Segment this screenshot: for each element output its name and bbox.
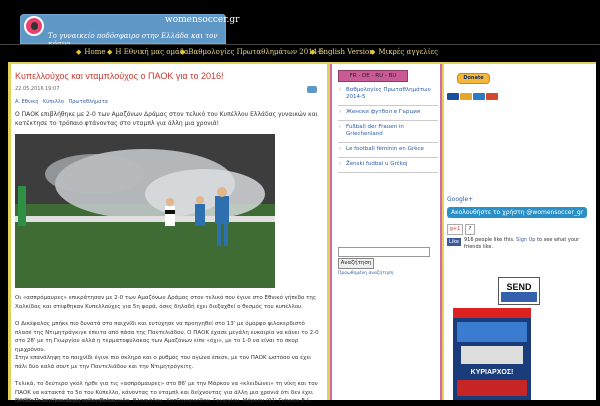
search-input[interactable] bbox=[338, 247, 430, 257]
comment-icon[interactable] bbox=[307, 86, 317, 93]
bullet-icon: ◆ bbox=[107, 48, 113, 56]
sidebar: FR - DE - RU - BU Βαθμολογίες Πρωταθλημά… bbox=[330, 64, 442, 400]
magazine-title: ΚΥΡΙΑΡΧΟΣ! bbox=[471, 369, 514, 376]
gplus-count: ? bbox=[465, 224, 475, 235]
advanced-search-link[interactable]: Προωθημένη αναζήτηση bbox=[338, 271, 393, 276]
category-link[interactable]: Πρωταθλήματα bbox=[68, 99, 107, 105]
post-title[interactable]: Κυπελλούχος και νταμπλούχος ο ΠΑΟΚ για τ… bbox=[15, 71, 223, 81]
bullet-icon: ◆ bbox=[76, 48, 82, 56]
bullet-icon: ◆ bbox=[180, 48, 186, 56]
discover-icon bbox=[486, 93, 498, 100]
post-photo bbox=[15, 134, 275, 288]
sidebar-item-french[interactable]: Le football féminin en Grèce bbox=[338, 143, 438, 158]
facebook-like-text: 916 people like this. Sign Up to see wha… bbox=[464, 237, 589, 250]
fb-count: 916 people like this. bbox=[464, 237, 515, 243]
nav-item-english[interactable]: ◆ English Version bbox=[310, 48, 374, 56]
post-date: 22.05.2016 bbox=[15, 86, 44, 92]
google-plus-link[interactable]: Google+ bbox=[447, 196, 473, 203]
post-paragraph: Ο Δικέφαλος μπήκε πιο δυνατά στο παιχνίδ… bbox=[15, 321, 319, 353]
site-name[interactable]: womensoccer.gr bbox=[165, 15, 239, 25]
nav-item-label[interactable]: Η Εθνική μας ομάδα bbox=[115, 48, 188, 56]
nav-item-classifieds[interactable]: ◆ Μικρές αγγελίες bbox=[370, 48, 438, 56]
nav-item-standings[interactable]: ◆ Βαθμολογίες Πρωταθλημάτων 2014-5 bbox=[180, 48, 324, 56]
language-links[interactable]: FR - DE - RU - BU bbox=[338, 70, 408, 82]
category-link[interactable]: Α. Εθνική bbox=[15, 99, 38, 105]
nav-item-label[interactable]: Μικρές αγγελίες bbox=[378, 48, 438, 56]
nav-item-label[interactable]: Home bbox=[84, 48, 105, 56]
nav-item-national-team[interactable]: ◆ Η Εθνική μας ομάδα bbox=[107, 48, 189, 56]
fb-signup-link[interactable]: Sign Up bbox=[516, 237, 535, 243]
post-excerpt: Ο ΠΑΟΚ επιβλήθηκε με 2-0 των Αμαζόνων Δρ… bbox=[15, 111, 318, 127]
visa-icon bbox=[447, 93, 459, 100]
send-logo-text: SEND bbox=[506, 282, 532, 292]
post-paragraph: Στην επανάληψη το παιχνίδι έγινε πιο σκλ… bbox=[15, 355, 312, 370]
right-column: Donate Google+ Ακολουθήστε το χρήστη @wo… bbox=[444, 64, 596, 400]
sidebar-item-serbian[interactable]: Ženski fudbal u Grčkoj bbox=[338, 158, 438, 173]
sidebar-item-german[interactable]: Fußball der Frauen in Griechenland bbox=[338, 121, 438, 143]
facebook-like-button[interactable]: Like bbox=[447, 238, 461, 246]
nav-item-home[interactable]: ◆ Home bbox=[76, 48, 106, 56]
search-button[interactable]: Αναζήτηση bbox=[338, 258, 374, 269]
site-logo[interactable]: womensoccer.gr Το γυναικείο ποδόσφαιρο σ… bbox=[20, 14, 239, 48]
main-nav: ◆ Home ◆ Η Εθνική μας ομάδα ◆ Βαθμολογίες Π… bbox=[0, 44, 600, 60]
post-time: 19:07 bbox=[45, 86, 60, 92]
payment-cards bbox=[447, 85, 503, 100]
donate-button[interactable]: Donate bbox=[457, 73, 490, 84]
send-logo[interactable]: SEND bbox=[498, 277, 540, 305]
bullet-icon: ◆ bbox=[310, 48, 316, 56]
post-paragraph: ΠΑΟΚ: Πελετίδου, Δημητρίου, Πελεκούδα, Β… bbox=[15, 398, 311, 404]
soccer-ball-icon bbox=[24, 16, 44, 36]
mastercard-icon bbox=[460, 93, 472, 100]
category-link[interactable]: Κύπελλο bbox=[43, 99, 64, 105]
nav-item-label[interactable]: Βαθμολογίες Πρωταθλημάτων 2014-5 bbox=[188, 48, 324, 56]
site-header: womensoccer.gr Το γυναικείο ποδόσφαιρο σ… bbox=[0, 0, 600, 48]
twitter-follow-button[interactable]: Ακολουθήστε το χρήστη @womensoccer_gr bbox=[447, 207, 587, 218]
bullet-icon: ◆ bbox=[370, 48, 376, 56]
sidebar-links: Βαθμολογίες Πρωταθλημάτων 2014-5 Женски … bbox=[338, 84, 438, 173]
main-content: Κυπελλούχος και νταμπλούχος ο ΠΑΟΚ για τ… bbox=[11, 64, 327, 404]
amex-icon bbox=[473, 93, 485, 100]
gplus-button[interactable]: g+1 bbox=[447, 224, 463, 235]
post-categories: Α. Εθνική Κύπελλο Πρωταθλήματα bbox=[15, 99, 111, 105]
sidebar-item-standings[interactable]: Βαθμολογίες Πρωταθλημάτων 2014-5 bbox=[338, 84, 438, 106]
nav-item-label[interactable]: English Version bbox=[318, 48, 373, 56]
magazine-cover[interactable]: ΚΥΡΙΑΡΧΟΣ! bbox=[453, 308, 531, 400]
post-paragraph: Οι «ασπρόμαυρες» επικράτησαν με 2-0 των … bbox=[15, 295, 317, 310]
sidebar-item-bulgarian[interactable]: Женски футбол в Гърция bbox=[338, 106, 438, 121]
